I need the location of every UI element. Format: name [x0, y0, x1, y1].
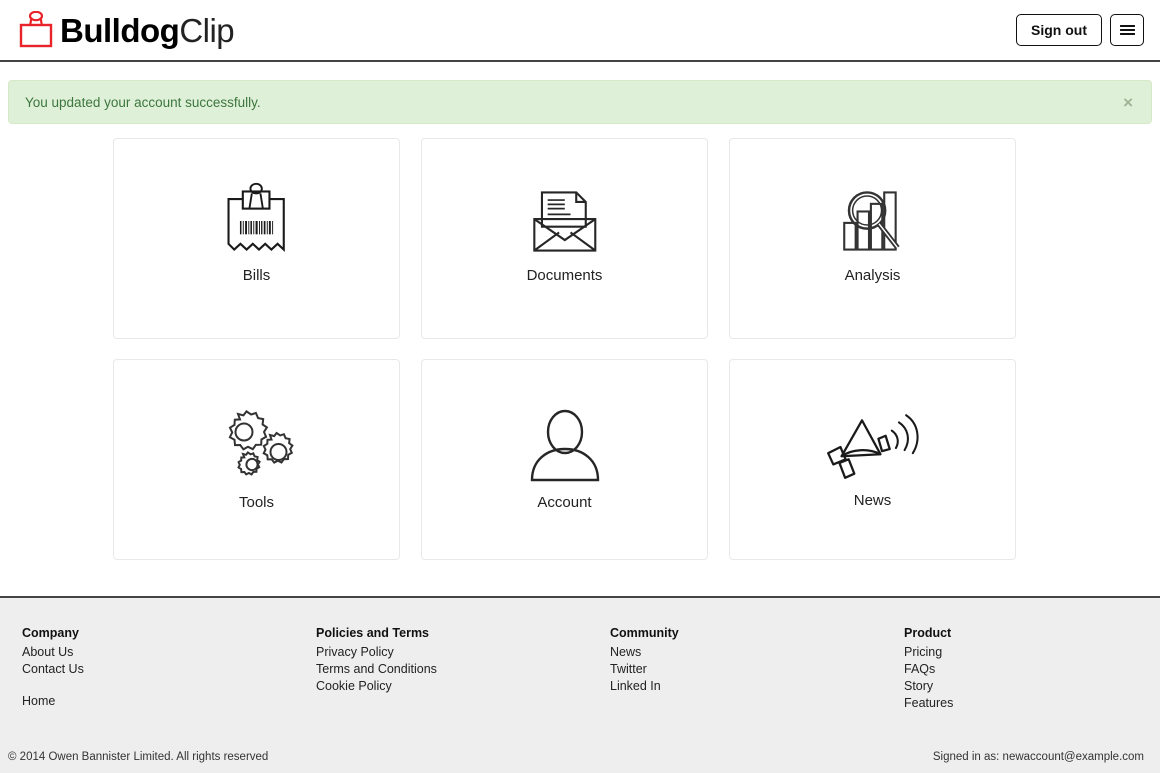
site-footer: Company About Us Contact Us Home Policie… — [0, 596, 1160, 773]
footer-column-heading: Policies and Terms — [316, 626, 430, 640]
footer-column-community: Community News Twitter Linked In — [610, 626, 904, 712]
tile-label: Bills — [242, 267, 271, 284]
tile-tools[interactable]: Tools — [113, 359, 400, 560]
success-alert: You updated your account successfully. × — [8, 80, 1152, 124]
footer-link-about-us[interactable]: About Us — [22, 644, 316, 661]
tile-label: Account — [537, 494, 592, 511]
tile-account[interactable]: Account — [421, 359, 708, 560]
tile-label: Analysis — [844, 267, 901, 284]
sign-out-button[interactable]: Sign out — [1016, 14, 1102, 46]
footer-link-terms-and-conditions[interactable]: Terms and Conditions — [316, 661, 610, 678]
tile-label: News — [853, 492, 892, 509]
footer-link-news[interactable]: News — [610, 644, 904, 661]
bar-chart-magnifier-icon — [842, 191, 900, 251]
gears-icon — [228, 410, 294, 476]
tile-label: Tools — [238, 494, 275, 511]
footer-column-company: Company About Us Contact Us Home — [22, 626, 316, 712]
footer-column-heading: Company — [22, 626, 79, 640]
tile-bills[interactable]: Bills — [113, 138, 400, 339]
tile-news[interactable]: News — [729, 359, 1016, 560]
tile-label: Documents — [526, 267, 603, 284]
footer-columns: Company About Us Contact Us Home Policie… — [0, 598, 1160, 712]
footer-link-home[interactable]: Home — [22, 693, 316, 710]
brand-name-bold: Bulldog — [60, 11, 180, 49]
footer-column-heading: Product — [904, 626, 952, 640]
footer-link-linked-in[interactable]: Linked In — [610, 678, 904, 695]
alert-message: You updated your account successfully. — [25, 94, 261, 110]
footer-column-product: Product Pricing FAQs Story Features — [904, 626, 953, 712]
footer-bottom-bar: © 2014 Owen Bannister Limited. All right… — [0, 741, 1160, 773]
footer-link-cookie-policy[interactable]: Cookie Policy — [316, 678, 610, 695]
footer-link-pricing[interactable]: Pricing — [904, 644, 953, 661]
brand-logo-link[interactable]: BulldogClip — [18, 11, 235, 49]
footer-spacer — [22, 678, 316, 693]
signed-in-as-text: Signed in as: newaccount@example.com — [932, 751, 1144, 763]
megaphone-icon — [827, 414, 919, 479]
tile-documents[interactable]: Documents — [421, 138, 708, 339]
footer-column-heading: Community — [610, 626, 679, 640]
footer-column-policies: Policies and Terms Privacy Policy Terms … — [316, 626, 610, 712]
site-header: BulldogClip Sign out — [0, 0, 1160, 62]
footer-link-features[interactable]: Features — [904, 695, 953, 712]
hamburger-menu-icon — [1119, 23, 1135, 37]
footer-link-story[interactable]: Story — [904, 678, 953, 695]
person-icon — [530, 409, 599, 482]
footer-link-twitter[interactable]: Twitter — [610, 661, 904, 678]
copyright-text: © 2014 Owen Bannister Limited. All right… — [8, 751, 269, 763]
receipt-barcode-clip-icon — [227, 182, 286, 252]
dashboard-tile-grid: Bills Documents Analysis Tools Account N… — [113, 138, 1017, 560]
alert-close-icon[interactable]: × — [1121, 94, 1135, 111]
footer-link-faqs[interactable]: FAQs — [904, 661, 953, 678]
envelope-document-icon — [532, 191, 597, 252]
header-actions: Sign out — [1016, 14, 1144, 46]
brand-name-light: Clip — [179, 11, 235, 49]
brand-wordmark: BulldogClip — [60, 11, 235, 49]
bulldog-clip-icon — [19, 11, 53, 48]
footer-link-contact-us[interactable]: Contact Us — [22, 661, 316, 678]
footer-link-privacy-policy[interactable]: Privacy Policy — [316, 644, 610, 661]
tile-analysis[interactable]: Analysis — [729, 138, 1016, 339]
menu-toggle-button[interactable] — [1110, 14, 1144, 46]
